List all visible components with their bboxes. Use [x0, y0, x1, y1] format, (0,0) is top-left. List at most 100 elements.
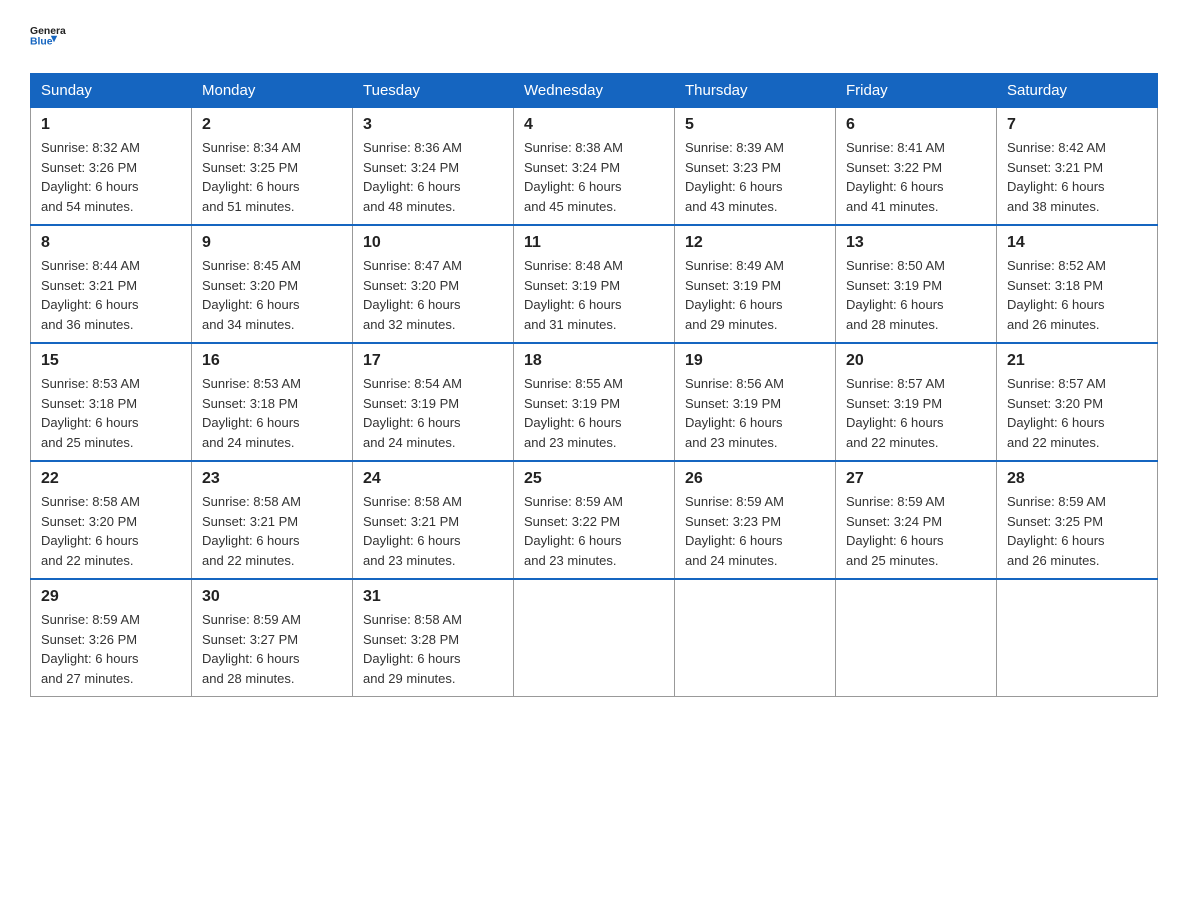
calendar-cell: 26 Sunrise: 8:59 AMSunset: 3:23 PMDayligh…: [675, 461, 836, 579]
day-info: Sunrise: 8:59 AMSunset: 3:23 PMDaylight:…: [685, 492, 825, 570]
day-info: Sunrise: 8:48 AMSunset: 3:19 PMDaylight:…: [524, 256, 664, 334]
day-number: 23: [202, 470, 342, 488]
day-info: Sunrise: 8:59 AMSunset: 3:27 PMDaylight:…: [202, 610, 342, 688]
day-info: Sunrise: 8:53 AMSunset: 3:18 PMDaylight:…: [41, 374, 181, 452]
calendar-cell: 2 Sunrise: 8:34 AMSunset: 3:25 PMDaylight…: [192, 108, 353, 226]
day-info: Sunrise: 8:54 AMSunset: 3:19 PMDaylight:…: [363, 374, 503, 452]
calendar-cell: 22 Sunrise: 8:58 AMSunset: 3:20 PMDayligh…: [31, 461, 192, 579]
day-number: 11: [524, 234, 664, 252]
day-info: Sunrise: 8:50 AMSunset: 3:19 PMDaylight:…: [846, 256, 986, 334]
day-info: Sunrise: 8:59 AMSunset: 3:22 PMDaylight:…: [524, 492, 664, 570]
calendar-cell: 12 Sunrise: 8:49 AMSunset: 3:19 PMDayligh…: [675, 225, 836, 343]
day-info: Sunrise: 8:36 AMSunset: 3:24 PMDaylight:…: [363, 138, 503, 216]
day-number: 28: [1007, 470, 1147, 488]
calendar-cell: 4 Sunrise: 8:38 AMSunset: 3:24 PMDaylight…: [514, 108, 675, 226]
calendar-cell: 18Sunrise: 8:55 AMSunset: 3:19 PMDayligh…: [514, 343, 675, 461]
calendar-cell: 28 Sunrise: 8:59 AMSunset: 3:25 PMDayligh…: [997, 461, 1158, 579]
day-info: Sunrise: 8:32 AMSunset: 3:26 PMDaylight:…: [41, 138, 181, 216]
calendar-cell: 23 Sunrise: 8:58 AMSunset: 3:21 PMDayligh…: [192, 461, 353, 579]
logo-text: General Blue: [30, 20, 66, 55]
day-number: 16: [202, 352, 342, 370]
day-number: 12: [685, 234, 825, 252]
svg-text:General: General: [30, 26, 66, 37]
calendar-header-row: SundayMondayTuesdayWednesdayThursdayFrid…: [31, 74, 1158, 108]
calendar-cell: 6 Sunrise: 8:41 AMSunset: 3:22 PMDaylight…: [836, 108, 997, 226]
calendar-cell: [514, 579, 675, 697]
calendar-table: SundayMondayTuesdayWednesdayThursdayFrid…: [30, 73, 1158, 697]
day-number: 6: [846, 116, 986, 134]
calendar-cell: [675, 579, 836, 697]
day-info: Sunrise: 8:42 AMSunset: 3:21 PMDaylight:…: [1007, 138, 1147, 216]
col-header-wednesday: Wednesday: [514, 74, 675, 108]
svg-text:Blue: Blue: [30, 37, 53, 48]
page-header: General Blue: [30, 20, 1158, 55]
day-number: 24: [363, 470, 503, 488]
day-number: 2: [202, 116, 342, 134]
day-number: 9: [202, 234, 342, 252]
day-number: 5: [685, 116, 825, 134]
calendar-cell: 19Sunrise: 8:56 AMSunset: 3:19 PMDayligh…: [675, 343, 836, 461]
calendar-cell: 13 Sunrise: 8:50 AMSunset: 3:19 PMDayligh…: [836, 225, 997, 343]
calendar-cell: [836, 579, 997, 697]
day-info: Sunrise: 8:59 AMSunset: 3:25 PMDaylight:…: [1007, 492, 1147, 570]
calendar-cell: 24 Sunrise: 8:58 AMSunset: 3:21 PMDayligh…: [353, 461, 514, 579]
day-number: 27: [846, 470, 986, 488]
calendar-cell: 31Sunrise: 8:58 AMSunset: 3:28 PMDayligh…: [353, 579, 514, 697]
col-header-sunday: Sunday: [31, 74, 192, 108]
day-number: 22: [41, 470, 181, 488]
day-info: Sunrise: 8:57 AMSunset: 3:19 PMDaylight:…: [846, 374, 986, 452]
day-info: Sunrise: 8:58 AMSunset: 3:28 PMDaylight:…: [363, 610, 503, 688]
day-number: 10: [363, 234, 503, 252]
calendar-cell: 8 Sunrise: 8:44 AMSunset: 3:21 PMDaylight…: [31, 225, 192, 343]
day-info: Sunrise: 8:58 AMSunset: 3:21 PMDaylight:…: [363, 492, 503, 570]
calendar-cell: 30 Sunrise: 8:59 AMSunset: 3:27 PMDayligh…: [192, 579, 353, 697]
day-number: 8: [41, 234, 181, 252]
day-info: Sunrise: 8:34 AMSunset: 3:25 PMDaylight:…: [202, 138, 342, 216]
day-number: 30: [202, 588, 342, 606]
day-info: Sunrise: 8:59 AMSunset: 3:24 PMDaylight:…: [846, 492, 986, 570]
day-number: 7: [1007, 116, 1147, 134]
day-number: 18: [524, 352, 664, 370]
day-info: Sunrise: 8:53 AMSunset: 3:18 PMDaylight:…: [202, 374, 342, 452]
day-info: Sunrise: 8:58 AMSunset: 3:21 PMDaylight:…: [202, 492, 342, 570]
calendar-cell: 7 Sunrise: 8:42 AMSunset: 3:21 PMDaylight…: [997, 108, 1158, 226]
day-number: 13: [846, 234, 986, 252]
logo: General Blue: [30, 20, 66, 55]
calendar-cell: 25Sunrise: 8:59 AMSunset: 3:22 PMDayligh…: [514, 461, 675, 579]
day-number: 26: [685, 470, 825, 488]
day-number: 20: [846, 352, 986, 370]
day-number: 14: [1007, 234, 1147, 252]
calendar-cell: 17 Sunrise: 8:54 AMSunset: 3:19 PMDayligh…: [353, 343, 514, 461]
calendar-cell: 10Sunrise: 8:47 AMSunset: 3:20 PMDayligh…: [353, 225, 514, 343]
col-header-tuesday: Tuesday: [353, 74, 514, 108]
calendar-week-row: 15Sunrise: 8:53 AMSunset: 3:18 PMDayligh…: [31, 343, 1158, 461]
day-info: Sunrise: 8:49 AMSunset: 3:19 PMDaylight:…: [685, 256, 825, 334]
calendar-cell: 11 Sunrise: 8:48 AMSunset: 3:19 PMDayligh…: [514, 225, 675, 343]
calendar-week-row: 8 Sunrise: 8:44 AMSunset: 3:21 PMDaylight…: [31, 225, 1158, 343]
calendar-week-row: 29Sunrise: 8:59 AMSunset: 3:26 PMDayligh…: [31, 579, 1158, 697]
day-info: Sunrise: 8:38 AMSunset: 3:24 PMDaylight:…: [524, 138, 664, 216]
calendar-cell: 21Sunrise: 8:57 AMSunset: 3:20 PMDayligh…: [997, 343, 1158, 461]
day-info: Sunrise: 8:39 AMSunset: 3:23 PMDaylight:…: [685, 138, 825, 216]
day-number: 1: [41, 116, 181, 134]
calendar-cell: 15Sunrise: 8:53 AMSunset: 3:18 PMDayligh…: [31, 343, 192, 461]
calendar-cell: [997, 579, 1158, 697]
col-header-saturday: Saturday: [997, 74, 1158, 108]
day-number: 19: [685, 352, 825, 370]
calendar-cell: 20 Sunrise: 8:57 AMSunset: 3:19 PMDayligh…: [836, 343, 997, 461]
calendar-week-row: 22 Sunrise: 8:58 AMSunset: 3:20 PMDayligh…: [31, 461, 1158, 579]
day-info: Sunrise: 8:58 AMSunset: 3:20 PMDaylight:…: [41, 492, 181, 570]
calendar-week-row: 1 Sunrise: 8:32 AMSunset: 3:26 PMDaylight…: [31, 108, 1158, 226]
calendar-cell: 27 Sunrise: 8:59 AMSunset: 3:24 PMDayligh…: [836, 461, 997, 579]
calendar-cell: 1 Sunrise: 8:32 AMSunset: 3:26 PMDaylight…: [31, 108, 192, 226]
day-number: 17: [363, 352, 503, 370]
calendar-cell: 3 Sunrise: 8:36 AMSunset: 3:24 PMDaylight…: [353, 108, 514, 226]
day-info: Sunrise: 8:44 AMSunset: 3:21 PMDaylight:…: [41, 256, 181, 334]
calendar-cell: 9Sunrise: 8:45 AMSunset: 3:20 PMDaylight…: [192, 225, 353, 343]
day-number: 3: [363, 116, 503, 134]
day-info: Sunrise: 8:59 AMSunset: 3:26 PMDaylight:…: [41, 610, 181, 688]
col-header-monday: Monday: [192, 74, 353, 108]
day-info: Sunrise: 8:57 AMSunset: 3:20 PMDaylight:…: [1007, 374, 1147, 452]
day-info: Sunrise: 8:41 AMSunset: 3:22 PMDaylight:…: [846, 138, 986, 216]
day-number: 4: [524, 116, 664, 134]
